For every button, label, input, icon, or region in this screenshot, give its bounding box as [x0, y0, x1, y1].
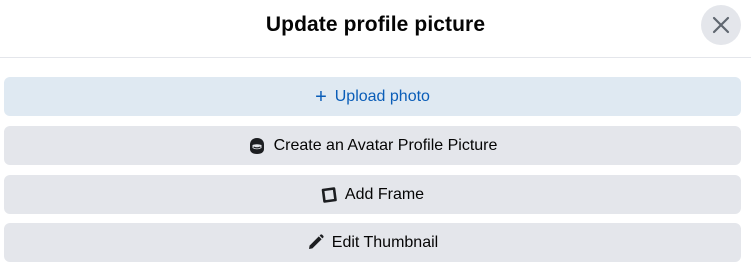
plus-icon: + — [315, 85, 327, 108]
create-avatar-label: Create an Avatar Profile Picture — [273, 136, 498, 154]
pencil-icon — [307, 234, 324, 251]
edit-thumbnail-label: Edit Thumbnail — [331, 233, 439, 251]
frame-icon — [321, 186, 337, 203]
avatar-icon — [248, 137, 266, 155]
dialog-title: Update profile picture — [265, 13, 486, 36]
create-avatar-button[interactable]: Create an Avatar Profile Picture — [4, 126, 741, 165]
upload-photo-label: Upload photo — [334, 87, 430, 105]
add-frame-button[interactable]: Add Frame — [4, 175, 741, 214]
update-profile-picture-dialog: Update profile picture + Upload photo Cr… — [0, 0, 751, 277]
upload-photo-button[interactable]: + Upload photo — [4, 77, 741, 116]
close-icon — [712, 16, 730, 34]
edit-thumbnail-button[interactable]: Edit Thumbnail — [4, 223, 741, 262]
dialog-header: Update profile picture — [0, 0, 751, 58]
add-frame-label: Add Frame — [344, 185, 425, 203]
close-button[interactable] — [701, 5, 741, 45]
